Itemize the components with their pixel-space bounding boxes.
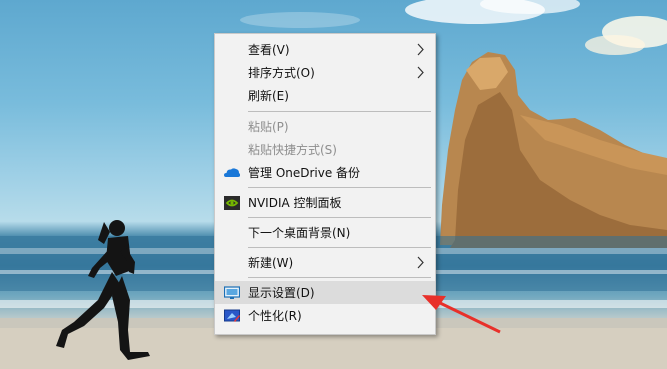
menu-separator: [248, 111, 431, 112]
menu-separator: [248, 217, 431, 218]
menu-item-view-label: 查看(V): [248, 43, 290, 57]
menu-item-nvidia-label: NVIDIA 控制面板: [248, 196, 342, 210]
chevron-right-icon: [417, 43, 424, 56]
menu-item-next-background-label: 下一个桌面背景(N): [248, 226, 351, 240]
personalize-icon: [224, 309, 240, 322]
menu-item-personalize[interactable]: 个性化(R): [215, 304, 435, 327]
menu-item-refresh[interactable]: 刷新(E): [215, 84, 435, 107]
display-settings-icon: [224, 285, 240, 299]
menu-item-paste-label: 粘贴(P): [248, 120, 289, 134]
menu-separator: [248, 187, 431, 188]
menu-item-new[interactable]: 新建(W): [215, 251, 435, 274]
chevron-right-icon: [417, 66, 424, 79]
menu-item-onedrive-label: 管理 OneDrive 备份: [248, 166, 361, 180]
menu-item-nvidia[interactable]: NVIDIA 控制面板: [215, 191, 435, 214]
menu-item-display-settings-label: 显示设置(D): [248, 286, 315, 300]
menu-separator: [248, 247, 431, 248]
chevron-right-icon: [417, 256, 424, 269]
menu-item-paste-shortcut[interactable]: 粘贴快捷方式(S): [215, 138, 435, 161]
onedrive-icon: [224, 167, 240, 177]
nvidia-icon: [224, 195, 240, 210]
menu-item-refresh-label: 刷新(E): [248, 89, 289, 103]
menu-separator: [248, 277, 431, 278]
menu-item-personalize-label: 个性化(R): [248, 309, 302, 323]
desktop-context-menu: 查看(V) 排序方式(O) 刷新(E) 粘贴(P) 粘贴快捷方式(S) 管理 O…: [214, 33, 436, 335]
menu-item-new-label: 新建(W): [248, 256, 294, 270]
menu-item-sort[interactable]: 排序方式(O): [215, 61, 435, 84]
menu-item-next-background[interactable]: 下一个桌面背景(N): [215, 221, 435, 244]
menu-item-onedrive[interactable]: 管理 OneDrive 备份: [215, 161, 435, 184]
menu-item-paste[interactable]: 粘贴(P): [215, 115, 435, 138]
menu-item-paste-shortcut-label: 粘贴快捷方式(S): [248, 143, 337, 157]
menu-item-view[interactable]: 查看(V): [215, 38, 435, 61]
menu-item-display-settings[interactable]: 显示设置(D): [215, 281, 435, 304]
menu-item-sort-label: 排序方式(O): [248, 66, 315, 80]
